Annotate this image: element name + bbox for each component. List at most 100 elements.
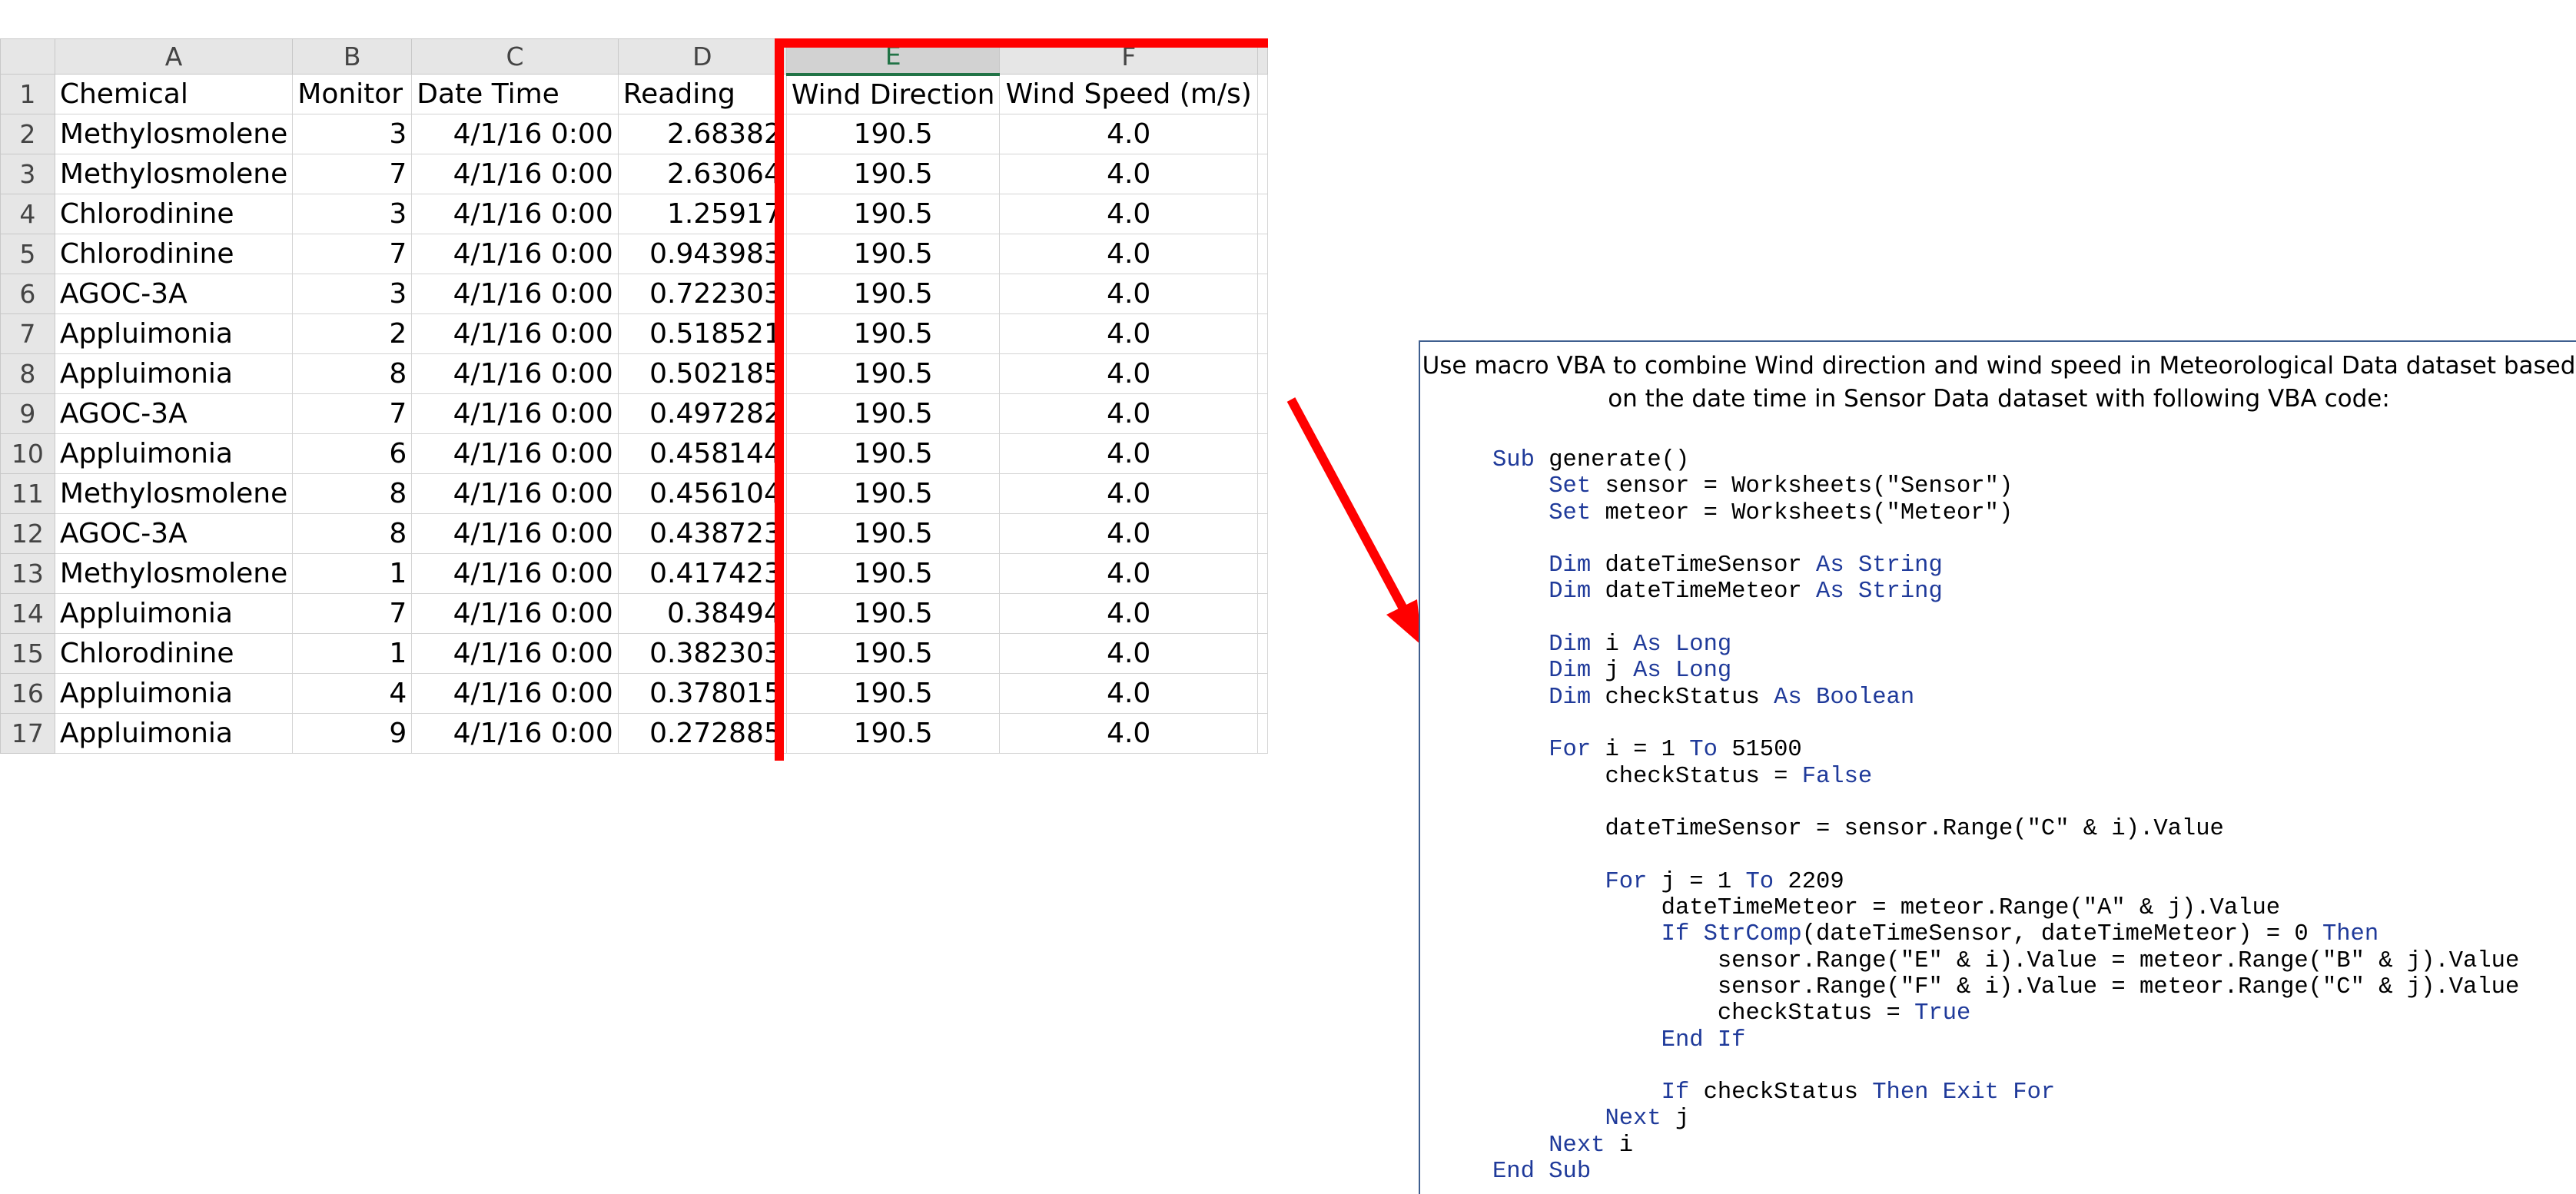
- column-header-c[interactable]: C: [411, 38, 619, 75]
- column-header-a[interactable]: A: [54, 38, 294, 75]
- column-title-cell[interactable]: Reading: [617, 74, 787, 114]
- row-header[interactable]: 13: [0, 553, 55, 594]
- row-header[interactable]: 7: [0, 313, 55, 354]
- row-header[interactable]: 11: [0, 473, 55, 514]
- data-cell[interactable]: 4/1/16 0:00: [411, 593, 619, 634]
- data-cell[interactable]: 4/1/16 0:00: [411, 154, 619, 194]
- code-line: Set sensor = Worksheets("Sensor"): [1549, 473, 2013, 500]
- data-cell[interactable]: AGOC-3A: [54, 513, 294, 554]
- data-cell[interactable]: 3: [292, 114, 413, 154]
- spreadsheet-grid[interactable]: A B C D E F 1 Chemical Monitor Date Time Reading Wi…: [0, 38, 1268, 761]
- row-header[interactable]: 10: [0, 433, 55, 474]
- data-cell[interactable]: Chlorodinine: [54, 633, 294, 674]
- code-line: Dim i As Long: [1549, 632, 1732, 658]
- data-cell[interactable]: 1: [292, 553, 413, 594]
- row-header[interactable]: 15: [0, 633, 55, 674]
- row-header[interactable]: 12: [0, 513, 55, 554]
- data-cell[interactable]: 4/1/16 0:00: [411, 673, 619, 714]
- code-line: If StrComp(dateTimeSensor, dateTimeMeteo…: [1661, 921, 2379, 948]
- row-header[interactable]: 8: [0, 353, 55, 394]
- data-cell[interactable]: 0.458144: [617, 433, 787, 474]
- data-cell[interactable]: 0.456104: [617, 473, 787, 514]
- data-cell[interactable]: 3: [292, 194, 413, 234]
- data-cell[interactable]: Appluimonia: [54, 313, 294, 354]
- data-cell[interactable]: 0.497282: [617, 393, 787, 434]
- highlight-box: [775, 38, 1268, 761]
- data-cell[interactable]: 4/1/16 0:00: [411, 114, 619, 154]
- code-line: Next i: [1549, 1132, 1634, 1159]
- row-header[interactable]: 9: [0, 393, 55, 434]
- data-cell[interactable]: Methylosmolene: [54, 473, 294, 514]
- data-cell[interactable]: 7: [292, 593, 413, 634]
- data-cell[interactable]: Chlorodinine: [54, 194, 294, 234]
- row-header[interactable]: 5: [0, 234, 55, 274]
- data-cell[interactable]: 4/1/16 0:00: [411, 713, 619, 754]
- select-all-corner[interactable]: [0, 38, 55, 75]
- data-cell[interactable]: 4/1/16 0:00: [411, 473, 619, 514]
- column-title-cell[interactable]: Chemical: [54, 74, 294, 114]
- data-cell[interactable]: 4/1/16 0:00: [411, 274, 619, 314]
- data-cell[interactable]: 1.25917: [617, 194, 787, 234]
- data-cell[interactable]: 0.382303: [617, 633, 787, 674]
- data-cell[interactable]: 4/1/16 0:00: [411, 433, 619, 474]
- column-title-cell[interactable]: Monitor: [292, 74, 413, 114]
- data-cell[interactable]: Chlorodinine: [54, 234, 294, 274]
- data-cell[interactable]: 0.417423: [617, 553, 787, 594]
- row-header[interactable]: 14: [0, 593, 55, 634]
- data-cell[interactable]: Methylosmolene: [54, 114, 294, 154]
- code-line: Set meteor = Worksheets("Meteor"): [1549, 499, 2013, 526]
- column-title-cell[interactable]: Date Time: [411, 74, 619, 114]
- data-cell[interactable]: 4/1/16 0:00: [411, 633, 619, 674]
- data-cell[interactable]: 1: [292, 633, 413, 674]
- data-cell[interactable]: 7: [292, 234, 413, 274]
- data-cell[interactable]: 2: [292, 313, 413, 354]
- data-cell[interactable]: 9: [292, 713, 413, 754]
- data-cell[interactable]: 0.502185: [617, 353, 787, 394]
- data-cell[interactable]: 4/1/16 0:00: [411, 194, 619, 234]
- row-header[interactable]: 17: [0, 713, 55, 754]
- data-cell[interactable]: 7: [292, 154, 413, 194]
- data-cell[interactable]: AGOC-3A: [54, 393, 294, 434]
- data-cell[interactable]: Methylosmolene: [54, 553, 294, 594]
- data-cell[interactable]: 8: [292, 353, 413, 394]
- data-cell[interactable]: 7: [292, 393, 413, 434]
- data-cell[interactable]: 0.438723: [617, 513, 787, 554]
- data-cell[interactable]: 0.722303: [617, 274, 787, 314]
- code-line: Sub generate(): [1492, 447, 1690, 473]
- row-header[interactable]: 1: [0, 74, 55, 114]
- data-cell[interactable]: 3: [292, 274, 413, 314]
- data-cell[interactable]: 0.518521: [617, 313, 787, 354]
- data-cell[interactable]: Appluimonia: [54, 593, 294, 634]
- column-header-d[interactable]: D: [617, 38, 787, 75]
- data-cell[interactable]: 4: [292, 673, 413, 714]
- code-line: Dim checkStatus As Boolean: [1549, 684, 1915, 711]
- data-cell[interactable]: Appluimonia: [54, 353, 294, 394]
- data-cell[interactable]: 4/1/16 0:00: [411, 513, 619, 554]
- data-cell[interactable]: 6: [292, 433, 413, 474]
- data-cell[interactable]: 4/1/16 0:00: [411, 393, 619, 434]
- row-header[interactable]: 16: [0, 673, 55, 714]
- row-header[interactable]: 6: [0, 274, 55, 314]
- data-cell[interactable]: 0.378015: [617, 673, 787, 714]
- code-line: For i = 1 To 51500: [1549, 737, 1802, 764]
- data-cell[interactable]: 8: [292, 513, 413, 554]
- data-cell[interactable]: 2.68382: [617, 114, 787, 154]
- data-cell[interactable]: 8: [292, 473, 413, 514]
- row-header[interactable]: 4: [0, 194, 55, 234]
- data-cell[interactable]: 4/1/16 0:00: [411, 553, 619, 594]
- column-header-b[interactable]: B: [292, 38, 413, 75]
- data-cell[interactable]: 0.38494: [617, 593, 787, 634]
- data-cell[interactable]: Appluimonia: [54, 433, 294, 474]
- data-cell[interactable]: 0.272885: [617, 713, 787, 754]
- row-header[interactable]: 3: [0, 154, 55, 194]
- data-cell[interactable]: AGOC-3A: [54, 274, 294, 314]
- data-cell[interactable]: 4/1/16 0:00: [411, 234, 619, 274]
- data-cell[interactable]: 2.63064: [617, 154, 787, 194]
- data-cell[interactable]: 4/1/16 0:00: [411, 313, 619, 354]
- data-cell[interactable]: Methylosmolene: [54, 154, 294, 194]
- data-cell[interactable]: Appluimonia: [54, 713, 294, 754]
- data-cell[interactable]: 0.943983: [617, 234, 787, 274]
- row-header[interactable]: 2: [0, 114, 55, 154]
- data-cell[interactable]: 4/1/16 0:00: [411, 353, 619, 394]
- data-cell[interactable]: Appluimonia: [54, 673, 294, 714]
